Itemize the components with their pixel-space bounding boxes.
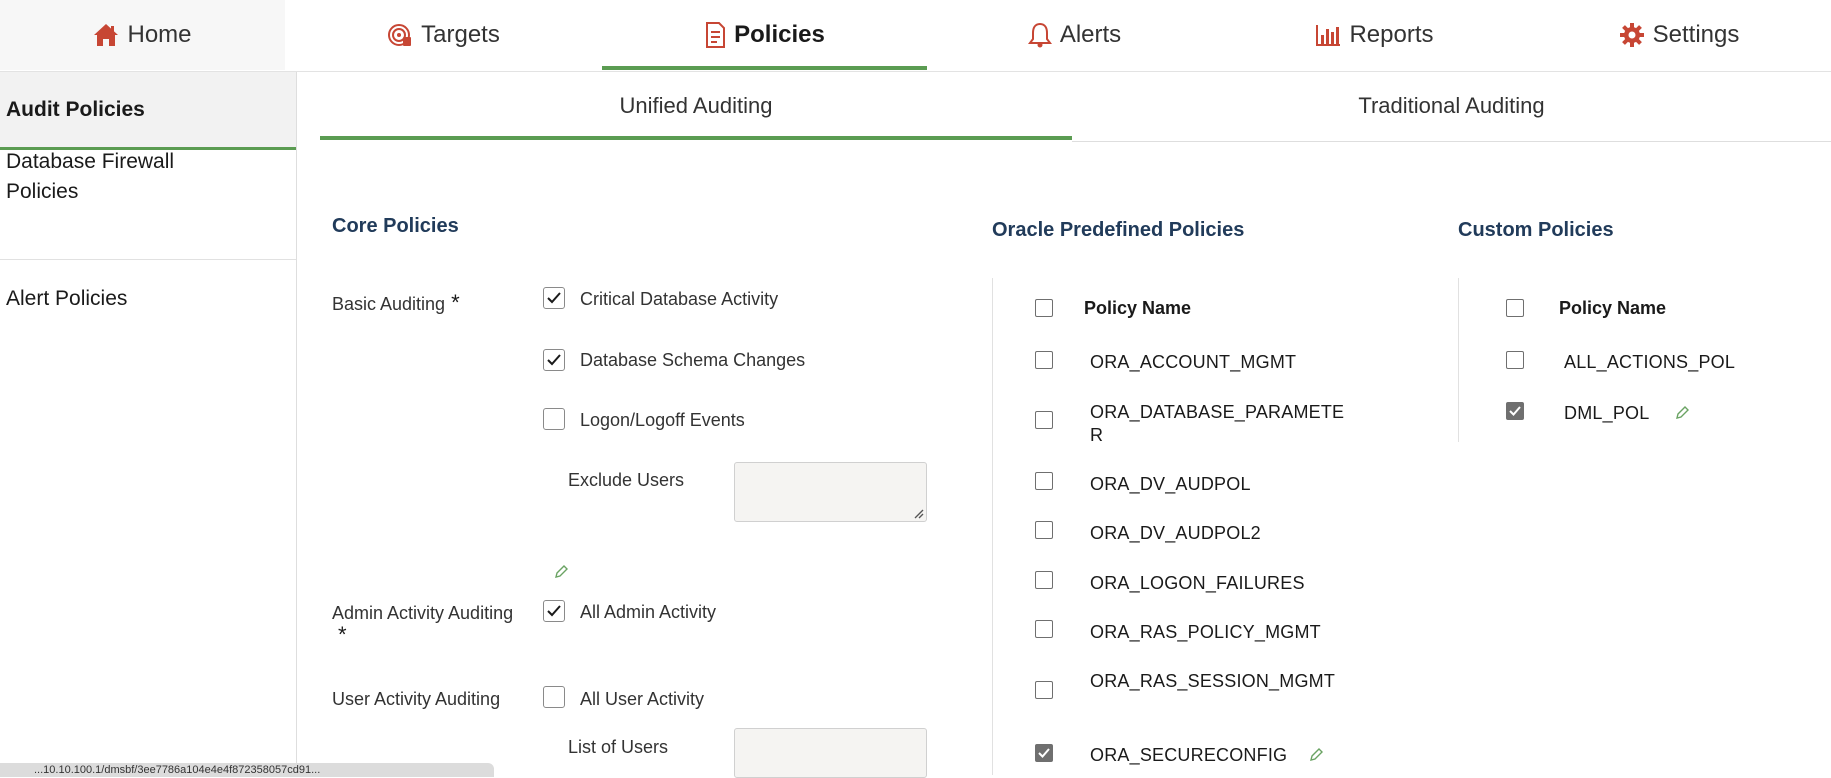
custom-select-all-checkbox[interactable]: [1506, 299, 1524, 317]
checkmark-icon: [1038, 748, 1050, 758]
basic-auditing-text: Basic Auditing: [332, 294, 446, 314]
checkmark-icon: [1509, 406, 1521, 416]
sidebar-item-label: Audit Policies: [6, 97, 145, 121]
logon-logoff-events-label: Logon/Logoff Events: [580, 410, 745, 430]
admin-activity-auditing-label: Admin Activity Auditing *: [332, 602, 532, 647]
policy-name: ORA_SECURECONFIG: [1090, 745, 1288, 765]
policy-name: ORA_ACCOUNT_MGMT: [1090, 352, 1297, 372]
user-activity-auditing-label: User Activity Auditing: [332, 689, 501, 709]
all-user-activity-label: All User Activity: [580, 689, 705, 709]
all-user-activity-checkbox[interactable]: [543, 686, 565, 708]
section-divider: [992, 278, 993, 775]
section-divider: [1458, 278, 1459, 442]
checkmark-icon: [547, 292, 561, 304]
nav-tab-policies[interactable]: Policies: [602, 0, 927, 70]
checkmark-icon: [547, 354, 561, 366]
oracle-predefined-policies-title: Oracle Predefined Policies: [992, 219, 1245, 241]
policy-name: ORA_RAS_POLICY_MGMT: [1090, 622, 1321, 642]
home-icon: [93, 23, 119, 47]
exclude-users-label: Exclude Users: [568, 470, 685, 490]
policy-checkbox-checked[interactable]: [1035, 744, 1053, 762]
policy-name-line1: ORA_DATABASE_PARAMETE: [1090, 402, 1345, 422]
critical-database-activity-checkbox[interactable]: [543, 287, 565, 309]
policy-document-icon: [704, 22, 726, 48]
policy-name: ALL_ACTIONS_POL: [1564, 352, 1736, 372]
policy-name: ORA_RAS_SESSION_MGMT: [1090, 671, 1336, 691]
policy-checkbox[interactable]: [1035, 351, 1053, 369]
sidebar: Audit Policies Database Firewall Policie…: [0, 72, 297, 775]
policy-checkbox[interactable]: [1035, 620, 1053, 638]
bar-chart-icon: [1315, 23, 1341, 47]
nav-tab-label: Home: [127, 21, 192, 48]
gear-icon: [1619, 22, 1645, 48]
policy-checkbox[interactable]: [1035, 472, 1053, 490]
pencil-edit-icon[interactable]: [1308, 747, 1324, 763]
tab-divider: [1072, 141, 1831, 142]
resize-handle-icon: [914, 509, 924, 519]
oracle-policy-name-header: Policy Name: [1084, 298, 1192, 318]
policy-checkbox[interactable]: [1035, 411, 1053, 429]
core-policies-title: Core Policies: [332, 215, 459, 237]
nav-tab-reports[interactable]: Reports: [1222, 0, 1527, 70]
sidebar-item-alert-policies[interactable]: Alert Policies: [0, 260, 296, 338]
admin-activity-auditing-text: Admin Activity Auditing: [332, 603, 514, 623]
nav-tab-alerts[interactable]: Alerts: [927, 0, 1222, 70]
database-schema-changes-label: Database Schema Changes: [580, 350, 806, 370]
all-admin-activity-label: All Admin Activity: [580, 602, 717, 622]
tab-label: Unified Auditing: [619, 93, 773, 118]
bell-icon: [1027, 22, 1052, 48]
nav-tab-label: Alerts: [1059, 21, 1122, 48]
critical-database-activity-label: Critical Database Activity: [580, 289, 779, 309]
policy-checkbox[interactable]: [1035, 521, 1053, 539]
sidebar-item-audit-policies[interactable]: Audit Policies: [0, 72, 296, 150]
basic-auditing-label: Basic Auditing *: [332, 290, 460, 316]
nav-tab-label: Reports: [1349, 21, 1434, 48]
required-marker: *: [451, 290, 460, 315]
list-of-users-label: List of Users: [568, 737, 669, 757]
tab-label: Traditional Auditing: [1358, 93, 1545, 118]
database-schema-changes-checkbox[interactable]: [543, 349, 565, 371]
nav-tab-settings[interactable]: Settings: [1527, 0, 1831, 70]
nav-tab-label: Targets: [421, 21, 500, 48]
pencil-edit-icon[interactable]: [553, 564, 569, 580]
custom-policy-name-header: Policy Name: [1559, 298, 1667, 318]
logon-logoff-events-checkbox[interactable]: [543, 408, 565, 430]
sidebar-item-label: Alert Policies: [6, 287, 128, 310]
policy-checkbox[interactable]: [1506, 351, 1524, 369]
custom-policies-title: Custom Policies: [1458, 219, 1614, 241]
nav-tab-label: Settings: [1652, 21, 1740, 48]
policy-name: ORA_DV_AUDPOL2: [1090, 523, 1261, 543]
list-of-users-textarea[interactable]: [734, 728, 927, 778]
tab-unified-auditing[interactable]: Unified Auditing: [320, 72, 1072, 140]
target-icon: [387, 22, 413, 48]
policy-name: ORA_DV_AUDPOL: [1090, 474, 1251, 494]
policy-checkbox-checked[interactable]: [1506, 402, 1524, 420]
sidebar-item-label: Database Firewall Policies: [6, 150, 175, 203]
policy-name: DML_POL: [1564, 403, 1650, 423]
policy-checkbox[interactable]: [1035, 571, 1053, 589]
policy-name-line2: R: [1090, 425, 1104, 445]
policy-name: ORA_DATABASE_PARAMETE R: [1090, 401, 1344, 447]
nav-tab-label: Policies: [734, 21, 825, 48]
nav-tab-targets[interactable]: Targets: [285, 0, 602, 70]
pencil-edit-icon[interactable]: [1674, 405, 1690, 421]
top-navigation: Home Targets Policies Alerts Reports Set…: [0, 0, 1831, 72]
checkmark-icon: [547, 605, 561, 617]
exclude-users-textarea[interactable]: [734, 462, 927, 522]
oracle-select-all-checkbox[interactable]: [1035, 299, 1053, 317]
all-admin-activity-checkbox[interactable]: [543, 600, 565, 622]
policy-checkbox[interactable]: [1035, 681, 1053, 699]
tab-traditional-auditing[interactable]: Traditional Auditing: [1072, 72, 1831, 140]
nav-tab-home[interactable]: Home: [0, 0, 285, 70]
policy-name: ORA_LOGON_FAILURES: [1090, 573, 1305, 593]
required-marker: *: [338, 622, 347, 647]
